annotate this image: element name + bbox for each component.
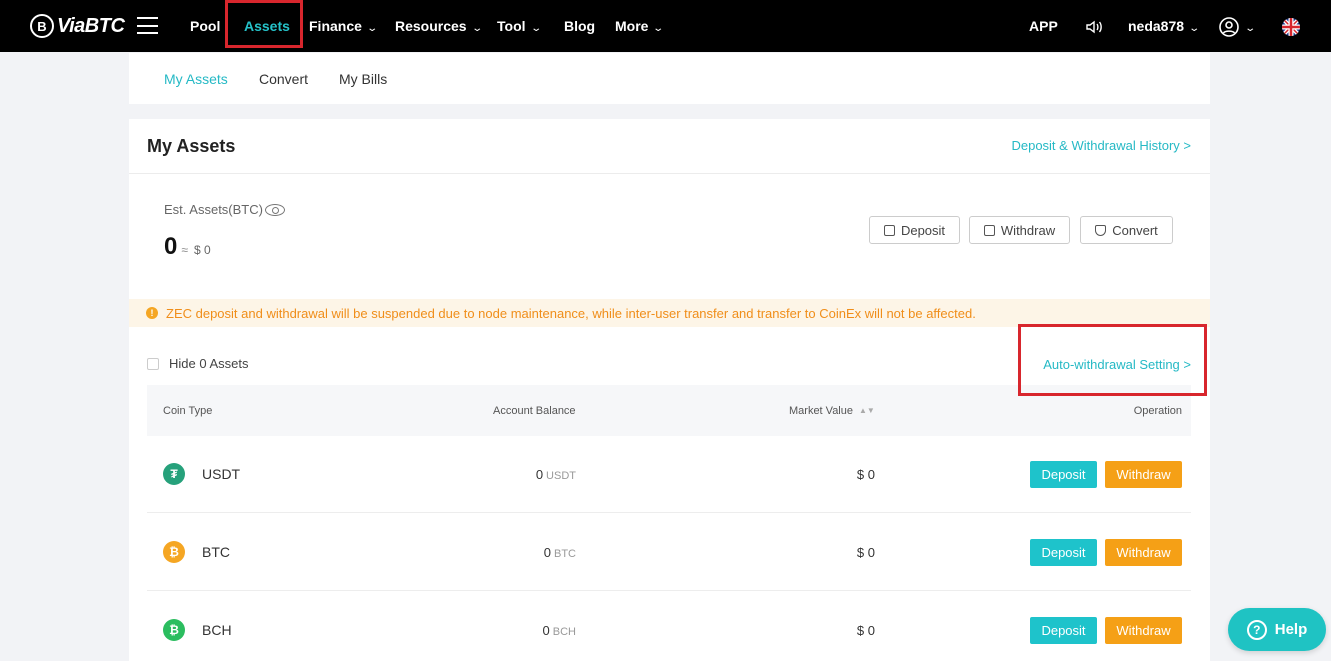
account-menu[interactable]: ⌄	[1218, 0, 1257, 52]
help-icon: ?	[1246, 619, 1267, 640]
est-assets-label: Est. Assets(BTC)	[164, 202, 285, 217]
usdt-icon: ₮	[163, 463, 185, 485]
bch-icon: ₿	[163, 619, 185, 641]
nav-finance-label: Finance	[309, 18, 362, 34]
account-balance: 0 BTC	[544, 545, 576, 560]
tab-my-assets[interactable]: My Assets	[164, 71, 228, 87]
est-assets-value: 0 ≈ $ 0	[164, 233, 211, 261]
nav-more[interactable]: More ⌄	[615, 0, 665, 52]
row-deposit-button[interactable]: Deposit	[1030, 539, 1097, 566]
balance-value: 0	[542, 623, 550, 638]
coin-name: USDT	[202, 466, 241, 482]
uk-flag-icon	[1282, 18, 1300, 37]
nav-app-label: APP	[1029, 18, 1058, 34]
convert-button-label: Convert	[1112, 222, 1158, 238]
eye-icon[interactable]	[264, 203, 285, 216]
row-deposit-button[interactable]: Deposit	[1030, 617, 1097, 644]
row-withdraw-button[interactable]: Withdraw	[1105, 617, 1182, 644]
btc-icon: ₿	[163, 541, 185, 563]
market-value: $ 0	[856, 545, 875, 560]
nav-more-label: More	[615, 18, 649, 34]
sort-icon: ▲▼	[859, 406, 875, 416]
hide-zero-checkbox[interactable]	[147, 357, 159, 370]
account-balance: 0 USDT	[536, 467, 576, 482]
top-navbar: B ViaBTC Pool Assets Finance ⌄ Resources ⌄…	[0, 0, 1331, 52]
language-selector[interactable]	[1282, 0, 1300, 52]
nav-finance[interactable]: Finance ⌄	[309, 0, 378, 52]
deposit-icon	[883, 224, 895, 236]
nav-blog[interactable]: Blog	[564, 0, 595, 52]
withdraw-icon	[983, 224, 995, 236]
coin-name: BTC	[202, 544, 230, 560]
assets-highlight-box	[225, 0, 303, 48]
row-deposit-button[interactable]: Deposit	[1030, 461, 1097, 488]
est-usd-value: $ 0	[193, 243, 211, 257]
balance-unit: BTC	[554, 548, 576, 560]
nav-tool[interactable]: Tool ⌄	[497, 0, 542, 52]
username-label: neda878	[1128, 18, 1185, 34]
est-btc-value: 0	[164, 233, 178, 260]
hamburger-menu-icon[interactable]	[137, 17, 158, 34]
assets-subtabs: My Assets Convert My Bills	[129, 53, 1210, 104]
nav-tool-label: Tool	[497, 18, 526, 34]
page-title: My Assets	[147, 136, 236, 156]
hide-zero-assets[interactable]: Hide 0 Assets	[147, 356, 249, 371]
tab-convert[interactable]: Convert	[259, 71, 308, 87]
market-value: $ 0	[856, 623, 875, 638]
chevron-down-icon: ⌄	[1244, 23, 1257, 34]
tab-my-bills[interactable]: My Bills	[339, 71, 387, 87]
user-menu[interactable]: neda878 ⌄	[1128, 0, 1201, 52]
shield-icon	[1095, 224, 1107, 236]
logo-text: ViaBTC	[57, 14, 125, 37]
header-account-balance: Account Balance	[493, 405, 576, 417]
hide-zero-label: Hide 0 Assets	[169, 356, 249, 371]
table-row: ₿ BTC 0 BTC $ 0 Deposit Withdraw	[147, 514, 1191, 591]
notice-text: ZEC deposit and withdrawal will be suspe…	[166, 305, 976, 321]
table-row: ₿ BCH 0 BCH $ 0 Deposit Withdraw	[147, 592, 1191, 661]
balance-unit: BCH	[552, 626, 576, 638]
deposit-button[interactable]: Deposit	[869, 216, 960, 244]
deposit-withdrawal-history-link[interactable]: Deposit & Withdrawal History >	[1011, 138, 1191, 153]
viabtc-logo[interactable]: B ViaBTC	[30, 13, 125, 39]
row-withdraw-button[interactable]: Withdraw	[1105, 461, 1182, 488]
auto-withdrawal-highlight-box	[1018, 324, 1207, 396]
nav-resources-label: Resources	[395, 18, 467, 34]
market-value: $ 0	[856, 467, 875, 482]
nav-resources[interactable]: Resources ⌄	[395, 0, 483, 52]
warning-icon: !	[146, 307, 158, 319]
deposit-button-label: Deposit	[900, 222, 946, 238]
est-assets-text: Est. Assets(BTC)	[164, 202, 263, 217]
header-operation: Operation	[1133, 405, 1182, 417]
convert-button[interactable]: Convert	[1080, 216, 1173, 244]
table-row: ₮ USDT 0 USDT $ 0 Deposit Withdraw	[147, 436, 1191, 513]
coin-name: BCH	[202, 622, 232, 638]
row-withdraw-button[interactable]: Withdraw	[1105, 539, 1182, 566]
balance-value: 0	[543, 545, 551, 560]
chevron-down-icon: ⌄	[366, 23, 378, 34]
chevron-down-icon: ⌄	[529, 23, 542, 34]
withdraw-button-label: Withdraw	[1000, 222, 1056, 238]
withdraw-button[interactable]: Withdraw	[969, 216, 1070, 244]
maintenance-notice: ! ZEC deposit and withdrawal will be sus…	[129, 299, 1210, 327]
user-circle-icon	[1219, 17, 1239, 38]
header-market-value-label: Market Value	[789, 405, 853, 417]
divider	[129, 173, 1210, 174]
logo-mark-icon: B	[30, 14, 54, 38]
account-balance: 0 BCH	[543, 623, 576, 638]
chevron-down-icon: ⌄	[470, 23, 483, 34]
nav-pool[interactable]: Pool	[190, 0, 220, 52]
help-button[interactable]: ? Help	[1228, 608, 1326, 651]
speaker-icon[interactable]	[1084, 0, 1104, 52]
nav-pool-label: Pool	[190, 18, 221, 34]
help-label: Help	[1274, 621, 1308, 638]
approx-symbol: ≈	[181, 243, 188, 257]
balance-value: 0	[535, 467, 544, 482]
nav-blog-label: Blog	[564, 18, 596, 34]
chevron-down-icon: ⌄	[1188, 23, 1201, 34]
header-coin-type: Coin Type	[163, 405, 213, 417]
chevron-down-icon: ⌄	[652, 23, 665, 34]
header-market-value[interactable]: Market Value ▲▼	[789, 405, 875, 417]
nav-app[interactable]: APP	[1029, 0, 1058, 52]
balance-unit: USDT	[546, 470, 576, 482]
